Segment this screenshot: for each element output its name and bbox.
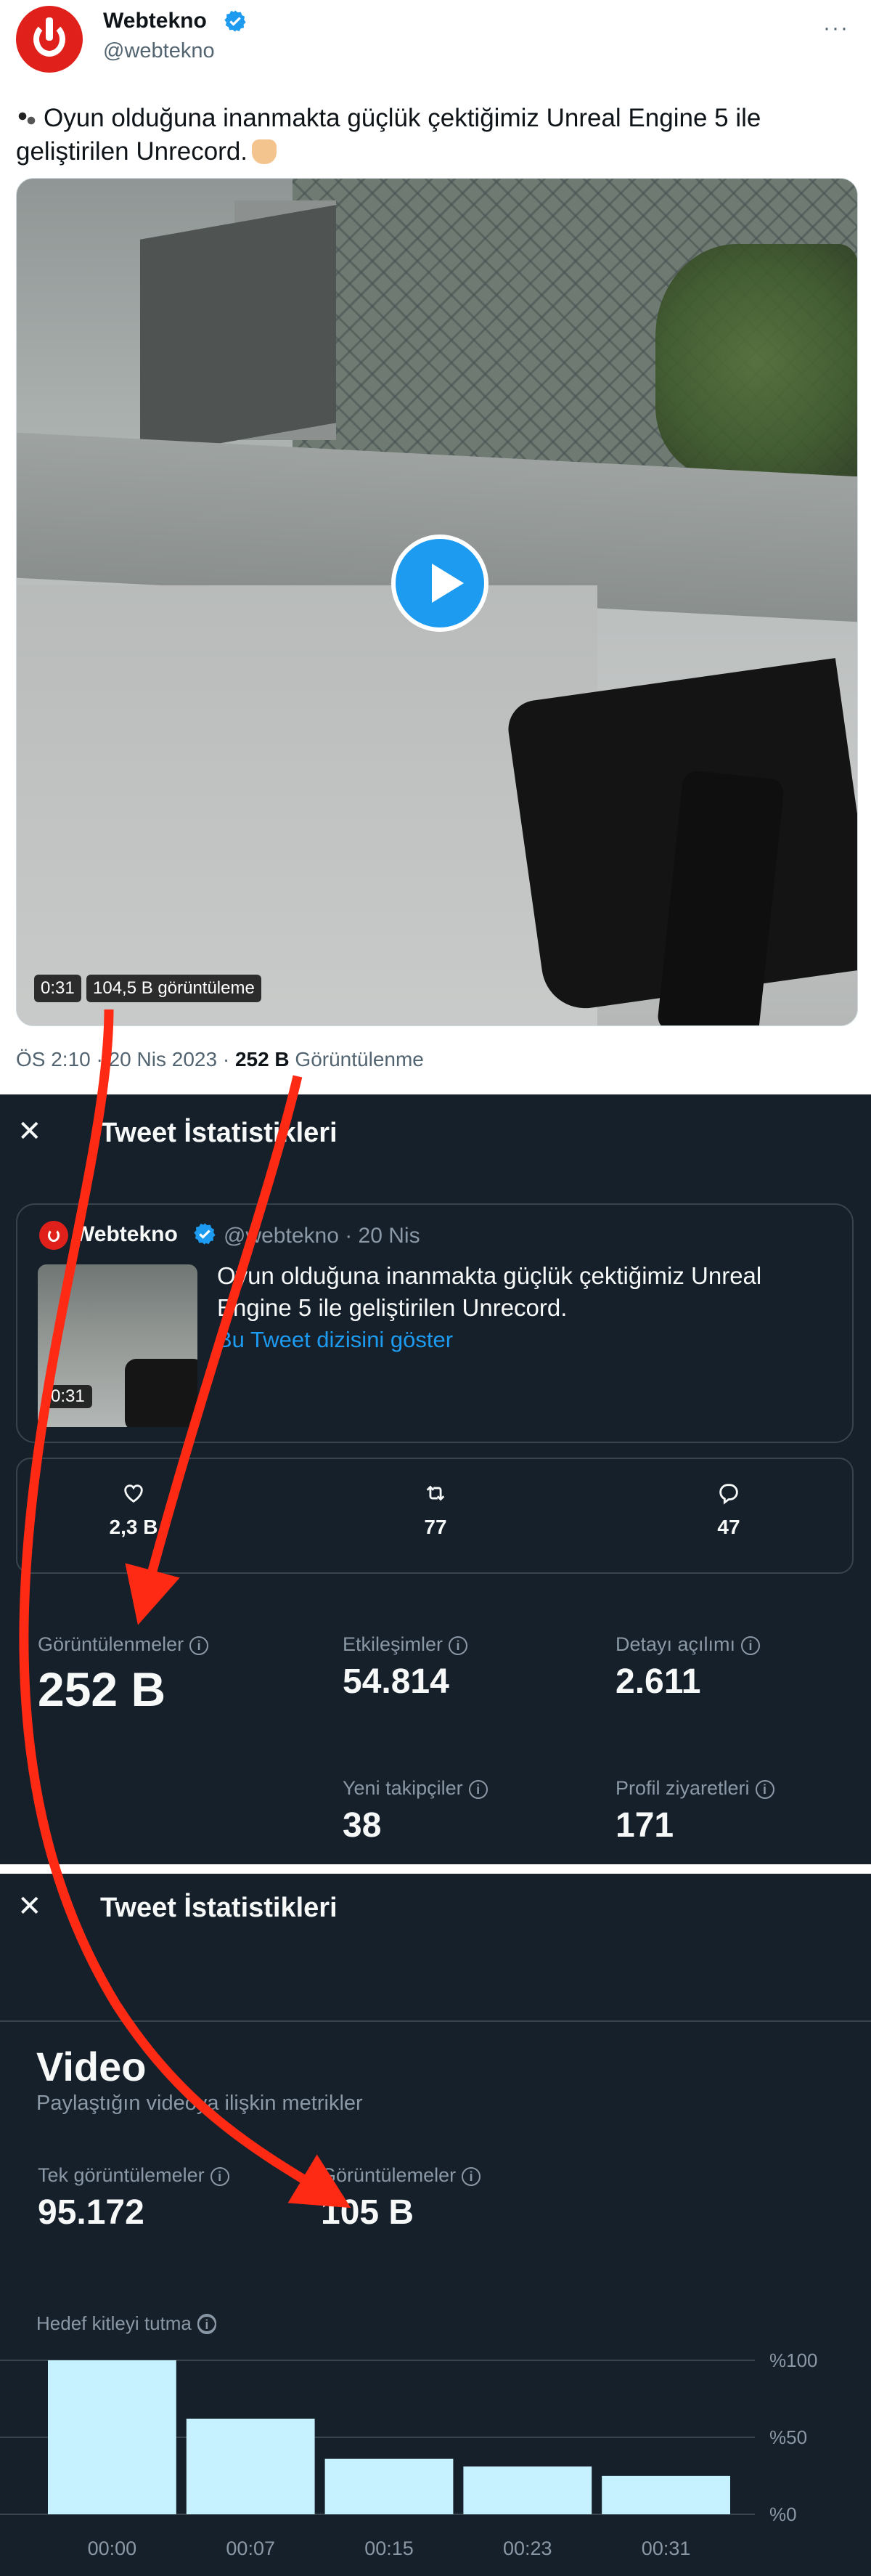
video-views-label: Görüntülemeler: [321, 2164, 457, 2186]
profile-visits-value: 171: [616, 1806, 674, 1845]
video-subheading: Paylaştığın videoya ilişkin metrikler: [36, 2092, 363, 2115]
section-divider: [0, 2020, 871, 2022]
tweet-panel: Webtekno @webtekno ··· Oyun olduğuna ina…: [0, 0, 871, 1084]
engagements-value: 54.814: [343, 1662, 449, 1701]
video-views-value: 105 B: [321, 2193, 414, 2232]
likes-stat: 2,3 B: [61, 1481, 206, 1539]
impressions-value: 252 B: [38, 1662, 166, 1716]
engagements-metric: Etkileşimler i 54.814: [343, 1633, 468, 1702]
video-heading: Video: [36, 2044, 147, 2089]
retention-chart: 00:00 00:07 00:15 00:23 00:31 %100 %50 %0: [0, 2349, 818, 2559]
new-followers-value: 38: [343, 1806, 382, 1845]
video-block: [140, 205, 336, 458]
profile-visits-label: Profil ziyaretleri: [616, 1777, 750, 1799]
retention-bar[interactable]: [48, 2360, 176, 2514]
retweets-stat: 77: [363, 1481, 508, 1539]
play-button-icon[interactable]: [391, 535, 488, 632]
clapper-emoji-icon: [16, 107, 38, 129]
tweet-views-label: Görüntülenme: [289, 1048, 424, 1070]
video-duration-badge: 0:31: [34, 975, 81, 1002]
heart-icon: [124, 1484, 143, 1503]
accessibility-icon[interactable]: [197, 2314, 216, 2333]
stats-title: Tweet İstatistikleri: [100, 1893, 338, 1923]
quote-video-thumbnail[interactable]: 0:31: [38, 1264, 197, 1427]
tweet-body: Oyun olduğuna inanmakta güçlük çektiğimi…: [16, 104, 761, 166]
info-icon[interactable]: i: [755, 1780, 774, 1799]
more-options-icon[interactable]: ···: [823, 16, 849, 41]
tweet-video[interactable]: 0:31 104,5 B görüntüleme: [16, 178, 858, 1026]
x-tick-label: 00:07: [226, 2538, 275, 2559]
detail-expands-label: Detayı açılımı: [616, 1633, 736, 1655]
likes-count: 2,3 B: [109, 1516, 158, 1538]
retention-bar[interactable]: [324, 2458, 454, 2514]
info-icon[interactable]: i: [449, 1636, 468, 1655]
quote-user-name: Webtekno: [74, 1222, 178, 1246]
impressions-label: Görüntülenmeler: [38, 1633, 184, 1655]
user-handle[interactable]: @webtekno: [103, 39, 215, 63]
close-icon[interactable]: ✕: [17, 1115, 42, 1148]
info-icon[interactable]: i: [462, 2167, 481, 2186]
x-tick-label: 00:00: [88, 2538, 137, 2559]
retention-bar[interactable]: [602, 2476, 730, 2514]
video-bush: [655, 244, 857, 476]
detail-expands-metric: Detayı açılımı i 2.611: [616, 1633, 761, 1702]
quote-handle-date: @webtekno · 20 Nis: [224, 1224, 420, 1248]
video-views-metric: Görüntülemeler i 105 B: [321, 2164, 481, 2232]
unique-views-label: Tek görüntülemeler: [38, 2164, 205, 2186]
reply-icon: [719, 1484, 738, 1505]
panel-divider: [0, 1084, 871, 1094]
tweet-meta: ÖS 2:10 · 20 Nis 2023 · 252 B Görüntülen…: [16, 1048, 424, 1071]
replies-count: 47: [717, 1516, 740, 1538]
info-icon[interactable]: i: [189, 1636, 209, 1655]
engagements-label: Etkileşimler: [343, 1633, 443, 1655]
x-tick-label: 00:31: [642, 2538, 691, 2559]
tweet-views-count[interactable]: 252 B: [235, 1048, 290, 1070]
close-icon[interactable]: ✕: [17, 1890, 42, 1923]
quoted-tweet-card[interactable]: Webtekno @webtekno · 20 Nis 0:31 Oyun ol…: [16, 1203, 854, 1443]
verified-badge-icon: [194, 1223, 216, 1245]
quote-avatar: [39, 1221, 68, 1250]
replies-stat: 47: [656, 1481, 801, 1539]
panel-divider: [0, 1864, 871, 1874]
retention-bar[interactable]: [186, 2418, 315, 2514]
video-ground: [17, 585, 597, 1025]
engagement-box: 2,3 B 77 47: [16, 1458, 854, 1574]
thumbnail-duration: 0:31: [44, 1385, 92, 1408]
power-logo-bar: [46, 17, 53, 41]
tweet-stats-panel: ✕ Tweet İstatistikleri Webtekno @webtekn…: [0, 1094, 871, 1864]
x-tick-label: 00:15: [364, 2538, 414, 2559]
retention-label-row: Hedef kitleyi tutma i: [36, 2312, 216, 2335]
unique-views-value: 95.172: [38, 2193, 144, 2232]
thumbnail-gun: [125, 1359, 197, 1427]
show-thread-link[interactable]: Bu Tweet dizisini göster: [217, 1327, 453, 1353]
video-views-badge: 104,5 B görüntüleme: [86, 975, 261, 1002]
video-stats-panel: ✕ Tweet İstatistikleri Video Paylaştığın…: [0, 1874, 871, 2576]
stats-title: Tweet İstatistikleri: [100, 1118, 338, 1148]
info-icon[interactable]: i: [468, 1780, 488, 1799]
retention-bar[interactable]: [463, 2466, 592, 2514]
unique-views-metric: Tek görüntülemeler i 95.172: [38, 2164, 229, 2232]
tweet-timestamp[interactable]: ÖS 2:10 · 20 Nis 2023 ·: [16, 1048, 235, 1070]
webtekno-avatar[interactable]: [16, 6, 83, 73]
verified-badge-icon: [224, 10, 246, 32]
info-icon[interactable]: i: [210, 2167, 229, 2186]
impressions-metric: Görüntülenmeler i 252 B: [38, 1633, 209, 1717]
info-icon[interactable]: i: [741, 1636, 761, 1655]
y-tick-label: %50: [769, 2426, 807, 2448]
profile-visits-metric: Profil ziyaretleri i 171: [616, 1777, 774, 1845]
x-tick-label: 00:23: [503, 2538, 552, 2559]
retention-label: Hedef kitleyi tutma: [36, 2312, 192, 2334]
tweet-text: Oyun olduğuna inanmakta güçlük çektiğimi…: [16, 102, 843, 168]
new-followers-label: Yeni takipçiler: [343, 1777, 463, 1799]
y-tick-label: %0: [769, 2503, 797, 2525]
user-name[interactable]: Webtekno: [103, 9, 207, 33]
quote-text: Oyun olduğuna inanmakta güçlük çektiğimi…: [217, 1262, 762, 1321]
retweet-icon: [426, 1485, 445, 1501]
retweets-count: 77: [424, 1516, 447, 1538]
new-followers-metric: Yeni takipçiler i 38: [343, 1777, 488, 1845]
y-tick-label: %100: [769, 2349, 818, 2371]
pointing-down-emoji-icon: [252, 139, 277, 164]
detail-expands-value: 2.611: [616, 1662, 701, 1701]
